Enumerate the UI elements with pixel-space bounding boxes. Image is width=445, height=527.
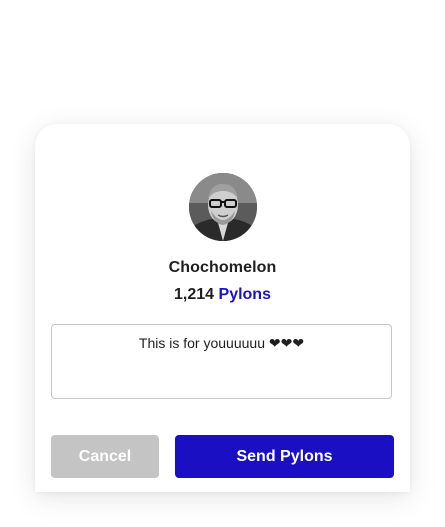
message-input[interactable]: This is for youuuuuu ❤❤❤: [51, 324, 392, 399]
pylon-balance-amount: 1,214: [174, 286, 215, 303]
pylon-balance-unit: Pylons: [218, 286, 271, 303]
cancel-button[interactable]: Cancel: [51, 435, 159, 478]
send-pylons-button[interactable]: Send Pylons: [175, 435, 394, 478]
page: Chochomelon 1,214 Pylons This is for you…: [0, 0, 445, 527]
send-pylons-dialog: Chochomelon 1,214 Pylons This is for you…: [35, 124, 410, 492]
avatar: [189, 173, 257, 241]
recipient-name: Chochomelon: [168, 259, 277, 276]
profile-photo: [189, 173, 257, 241]
pylon-balance: 1,214 Pylons: [35, 286, 410, 304]
